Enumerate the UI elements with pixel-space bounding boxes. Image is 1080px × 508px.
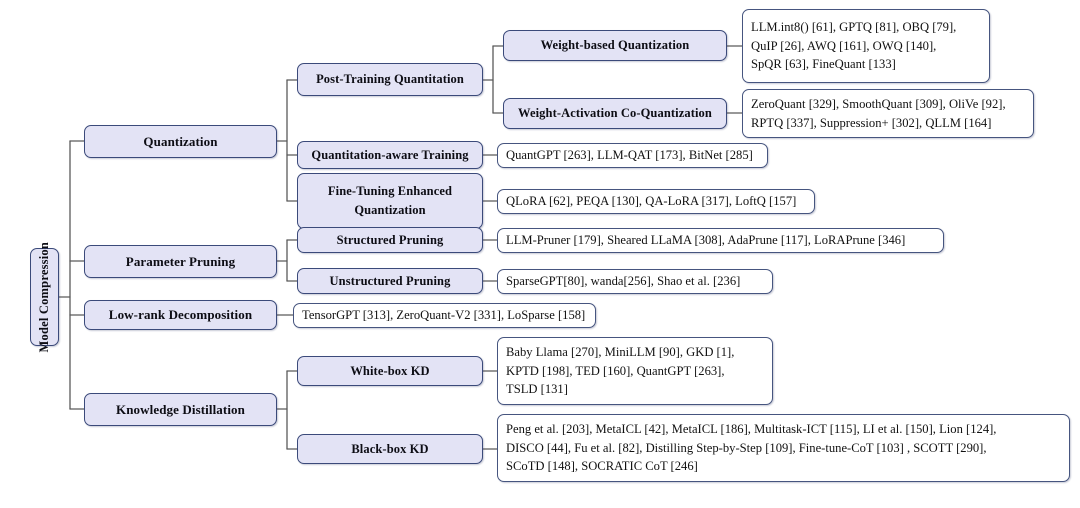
leaf-quantitation-aware-training-refs[interactable]: QuantGPT [263], LLM-QAT [173], BitNet [2… bbox=[497, 143, 768, 168]
node-white-box-kd[interactable]: White-box KD bbox=[297, 356, 483, 386]
node-low-rank-decomposition-label: Low-rank Decomposition bbox=[108, 307, 253, 322]
node-fine-tuning-enhanced-quantization[interactable]: Fine-Tuning Enhanced Quantization bbox=[297, 173, 483, 229]
leaf-weight-based-quantization-refs[interactable]: LLM.int8() [61], GPTQ [81], OBQ [79], Qu… bbox=[742, 9, 990, 83]
node-black-box-kd-label: Black-box KD bbox=[351, 441, 429, 456]
node-weight-activation-co-quantization-label: Weight-Activation Co-Quantization bbox=[518, 106, 712, 120]
node-quantitation-aware-training[interactable]: Quantitation-aware Training bbox=[297, 141, 483, 169]
leaf-black-box-kd-lines: Peng et al. [203], MetaICL [42], MetaICL… bbox=[506, 420, 1062, 476]
leaf-structured-pruning-refs[interactable]: LLM-Pruner [179], Sheared LLaMA [308], A… bbox=[497, 228, 944, 253]
node-white-box-kd-label: White-box KD bbox=[350, 363, 430, 378]
leaf-line: Peng et al. [203], MetaICL [42], MetaICL… bbox=[506, 422, 997, 437]
node-unstructured-pruning[interactable]: Unstructured Pruning bbox=[297, 268, 483, 294]
node-model-compression[interactable]: Model Compression bbox=[30, 242, 59, 352]
leaf-line: QuantGPT [263], LLM-QAT [173], BitNet [2… bbox=[506, 148, 753, 163]
node-parameter-pruning[interactable]: Parameter Pruning bbox=[84, 245, 277, 278]
leaf-line: DISCO [44], Fu et al. [82], Distilling S… bbox=[506, 440, 987, 455]
node-quantization-label: Quantization bbox=[143, 133, 218, 149]
node-fine-tuning-enhanced-quantization-label-line2: Quantization bbox=[354, 203, 426, 217]
leaf-weight-activation-co-quantization-refs[interactable]: ZeroQuant [329], SmoothQuant [309], OliV… bbox=[742, 89, 1034, 138]
node-structured-pruning[interactable]: Structured Pruning bbox=[297, 227, 483, 253]
leaf-line: SCoTD [148], SOCRATIC CoT [246] bbox=[506, 459, 698, 474]
leaf-white-box-kd-refs[interactable]: Baby Llama [270], MiniLLM [90], GKD [1],… bbox=[497, 337, 773, 405]
leaf-line: TSLD [131] bbox=[506, 382, 568, 397]
node-structured-pruning-label: Structured Pruning bbox=[336, 232, 444, 247]
node-low-rank-decomposition[interactable]: Low-rank Decomposition bbox=[84, 300, 277, 330]
leaf-line: SpQR [63], FineQuant [133] bbox=[751, 57, 896, 72]
node-knowledge-distillation[interactable]: Knowledge Distillation bbox=[84, 393, 277, 426]
leaf-line: QLoRA [62], PEQA [130], QA-LoRA [317], L… bbox=[506, 194, 797, 209]
node-knowledge-distillation-label: Knowledge Distillation bbox=[116, 401, 245, 417]
leaf-fine-tuning-enhanced-quantization-lines: QLoRA [62], PEQA [130], QA-LoRA [317], L… bbox=[506, 192, 807, 211]
node-model-compression-label: Model Compression bbox=[37, 241, 51, 353]
leaf-line: QuIP [26], AWQ [161], OWQ [140], bbox=[751, 38, 937, 53]
leaf-line: TensorGPT [313], ZeroQuant-V2 [331], LoS… bbox=[302, 308, 586, 323]
leaf-unstructured-pruning-lines: SparseGPT[80], wanda[256], Shao et al. [… bbox=[506, 272, 765, 291]
leaf-line: KPTD [198], TED [160], QuantGPT [263], bbox=[506, 363, 725, 378]
leaf-unstructured-pruning-refs[interactable]: SparseGPT[80], wanda[256], Shao et al. [… bbox=[497, 269, 773, 294]
leaf-line: SparseGPT[80], wanda[256], Shao et al. [… bbox=[506, 274, 741, 289]
leaf-line: ZeroQuant [329], SmoothQuant [309], OliV… bbox=[751, 97, 1006, 111]
node-fine-tuning-enhanced-quantization-label-line1: Fine-Tuning Enhanced bbox=[327, 184, 453, 198]
leaf-weight-activation-co-quantization-lines: ZeroQuant [329], SmoothQuant [309], OliV… bbox=[751, 95, 1026, 132]
leaf-quantitation-aware-training-lines: QuantGPT [263], LLM-QAT [173], BitNet [2… bbox=[506, 146, 760, 165]
leaf-low-rank-decomposition-refs[interactable]: TensorGPT [313], ZeroQuant-V2 [331], LoS… bbox=[293, 303, 596, 328]
node-weight-based-quantization[interactable]: Weight-based Quantization bbox=[503, 30, 727, 61]
node-quantization[interactable]: Quantization bbox=[84, 125, 277, 158]
leaf-line: Baby Llama [270], MiniLLM [90], GKD [1], bbox=[506, 345, 735, 360]
node-post-training-quantitation-label: Post-Training Quantitation bbox=[316, 72, 464, 86]
leaf-weight-based-quantization-lines: LLM.int8() [61], GPTQ [81], OBQ [79], Qu… bbox=[751, 18, 982, 74]
leaf-line: RPTQ [337], Suppression+ [302], QLLM [16… bbox=[751, 115, 992, 130]
node-parameter-pruning-label: Parameter Pruning bbox=[125, 253, 236, 269]
leaf-fine-tuning-enhanced-quantization-refs[interactable]: QLoRA [62], PEQA [130], QA-LoRA [317], L… bbox=[497, 189, 815, 214]
leaf-structured-pruning-lines: LLM-Pruner [179], Sheared LLaMA [308], A… bbox=[506, 231, 936, 250]
leaf-white-box-kd-lines: Baby Llama [270], MiniLLM [90], GKD [1],… bbox=[506, 343, 765, 399]
leaf-black-box-kd-refs[interactable]: Peng et al. [203], MetaICL [42], MetaICL… bbox=[497, 414, 1070, 482]
node-weight-activation-co-quantization[interactable]: Weight-Activation Co-Quantization bbox=[503, 98, 727, 129]
leaf-low-rank-decomposition-lines: TensorGPT [313], ZeroQuant-V2 [331], LoS… bbox=[302, 306, 588, 325]
node-black-box-kd[interactable]: Black-box KD bbox=[297, 434, 483, 464]
taxonomy-diagram: Model Compression Quantization Parameter… bbox=[0, 0, 1080, 508]
node-quantitation-aware-training-label: Quantitation-aware Training bbox=[311, 147, 469, 162]
leaf-line: LLM.int8() [61], GPTQ [81], OBQ [79], bbox=[751, 20, 957, 35]
node-weight-based-quantization-label: Weight-based Quantization bbox=[540, 38, 690, 52]
node-unstructured-pruning-label: Unstructured Pruning bbox=[329, 273, 451, 288]
node-post-training-quantitation[interactable]: Post-Training Quantitation bbox=[297, 63, 483, 96]
leaf-line: LLM-Pruner [179], Sheared LLaMA [308], A… bbox=[506, 233, 906, 248]
